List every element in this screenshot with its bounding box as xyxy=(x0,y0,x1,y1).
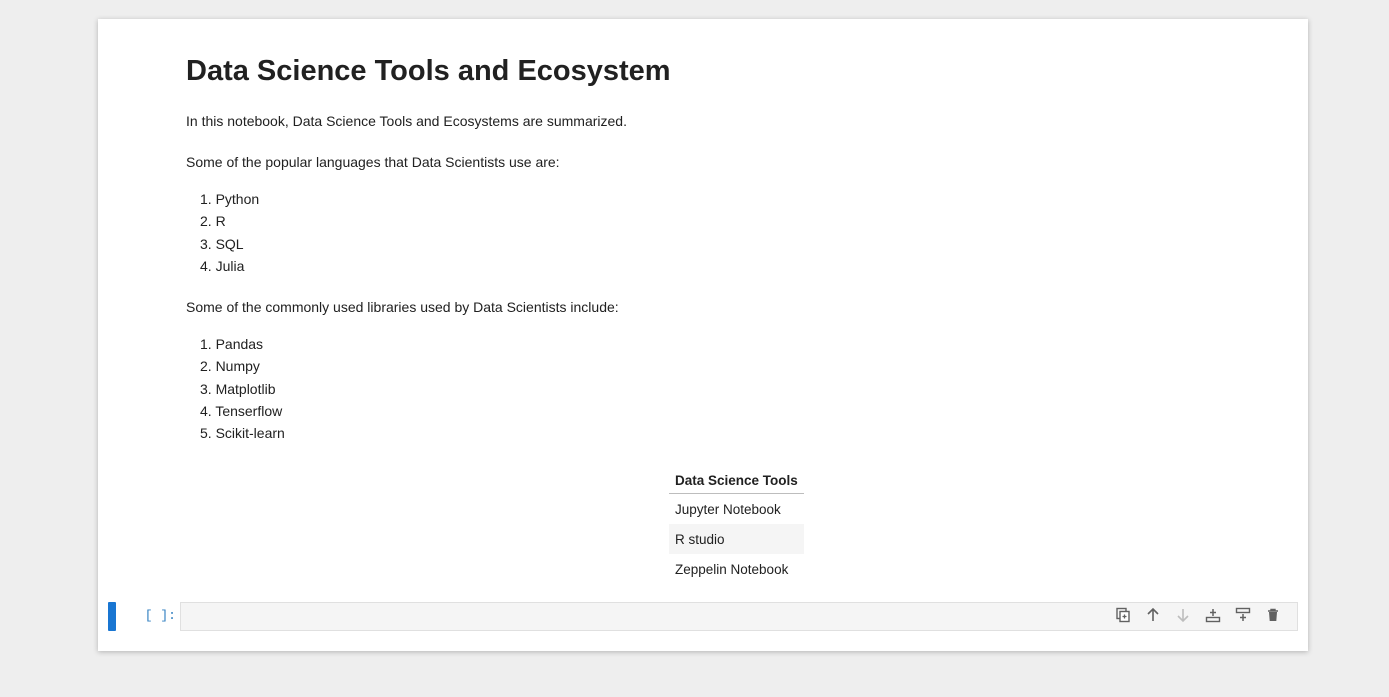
delete-icon xyxy=(1265,607,1281,628)
list-item: 3. Matplotlib xyxy=(200,380,276,397)
list-item: 5. Scikit-learn xyxy=(200,425,285,442)
move-down-icon xyxy=(1175,607,1191,628)
table-header: Data Science Tools xyxy=(669,467,804,494)
languages-list: 1. Python 2. R 3. SQL 4. Julia xyxy=(186,188,259,277)
active-cell-indicator[interactable] xyxy=(108,602,116,631)
duplicate-icon xyxy=(1115,607,1131,628)
tools-table: Data Science Tools Jupyter Notebook R st… xyxy=(669,467,804,584)
list-item: 1. Python xyxy=(200,191,260,207)
insert-below-icon xyxy=(1235,607,1251,628)
insert-above-icon xyxy=(1205,607,1221,628)
move-down-button[interactable] xyxy=(1173,607,1193,627)
insert-above-button[interactable] xyxy=(1203,607,1223,627)
table-row: Jupyter Notebook xyxy=(669,494,804,525)
duplicate-cell-button[interactable] xyxy=(1113,607,1133,627)
languages-heading: Some of the popular languages that Data … xyxy=(186,154,560,170)
intro-text: In this notebook, Data Science Tools and… xyxy=(186,113,627,129)
table-row: R studio xyxy=(669,524,804,554)
table-cell: Zeppelin Notebook xyxy=(675,561,789,577)
list-item: 4. Tenserflow xyxy=(200,402,283,419)
list-item: 2. R xyxy=(200,213,226,230)
table-cell: R studio xyxy=(669,524,804,554)
list-item: 1. Pandas xyxy=(200,336,264,352)
libraries-list: 1. Pandas 2. Numpy 3. Matplotlib 4. Tens… xyxy=(186,333,285,444)
list-item: 3. SQL xyxy=(200,235,244,252)
list-item: 2. Numpy xyxy=(200,358,260,375)
table-row: Zeppelin Notebook xyxy=(669,554,804,584)
table-cell: Jupyter Notebook xyxy=(675,501,781,517)
move-up-icon xyxy=(1145,607,1161,628)
notebook-panel: Data Science Tools and Ecosystem In this… xyxy=(98,19,1308,651)
cell-toolbar xyxy=(1113,606,1283,628)
delete-cell-button[interactable] xyxy=(1263,607,1283,627)
libraries-heading: Some of the commonly used libraries used… xyxy=(186,299,619,315)
insert-below-button[interactable] xyxy=(1233,607,1253,627)
list-item: 4. Julia xyxy=(200,257,245,274)
execution-prompt: [ ]: xyxy=(144,608,176,623)
code-input[interactable] xyxy=(180,602,1298,631)
code-cell[interactable]: [ ]: xyxy=(98,602,1308,631)
move-up-button[interactable] xyxy=(1143,607,1163,627)
notebook-title: Data Science Tools and Ecosystem xyxy=(186,55,671,87)
